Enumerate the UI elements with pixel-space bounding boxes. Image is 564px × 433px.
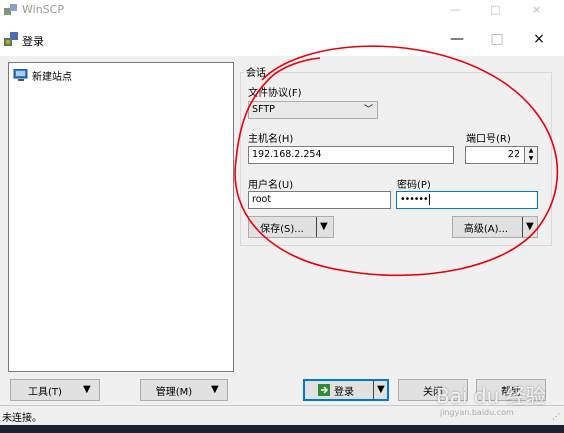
site-tree[interactable]: 新建站点 — [8, 62, 234, 372]
winscp-logo-icon — [4, 3, 18, 15]
password-label: 密码(P) — [397, 180, 431, 191]
manage-button[interactable]: 管理(M) ▼ — [140, 379, 228, 401]
tools-button[interactable]: 工具(T) ▼ — [10, 379, 100, 401]
text-caret — [428, 194, 430, 205]
password-input[interactable]: •••••• — [396, 191, 538, 209]
spin-down-icon[interactable]: ▼ — [525, 155, 537, 163]
winscp-logo-icon — [4, 32, 18, 46]
login-button[interactable]: 登录 ▼ — [303, 379, 389, 401]
dropdown-arrow-icon[interactable]: ▼ — [211, 384, 219, 395]
background-minimize-icon[interactable]: — — [450, 3, 461, 16]
close-window-button[interactable]: × — [528, 30, 550, 48]
background-window-title: WinSCP — [22, 3, 64, 16]
background-window-titlebar: WinSCP — □ × — [0, 0, 564, 22]
background-close-icon[interactable]: × — [532, 3, 541, 16]
background-maximize-icon[interactable]: □ — [490, 3, 500, 16]
password-value: •••••• — [400, 194, 429, 205]
maximize-button[interactable]: □ — [486, 30, 508, 48]
tools-button-label: 工具(T) — [28, 386, 62, 398]
save-button[interactable]: 保存(S)... ▼ — [248, 216, 334, 238]
resize-grip-icon[interactable]: ⋰ — [552, 412, 560, 421]
protocol-label: 文件协议(F) — [248, 88, 302, 99]
port-value: 22 — [507, 149, 520, 160]
status-text: 未连接。 — [2, 413, 42, 424]
dropdown-arrow-icon[interactable]: ▼ — [377, 384, 385, 395]
split-divider — [316, 217, 317, 237]
watermark-url: jingyan.baidu.com — [440, 408, 514, 417]
split-divider — [522, 217, 523, 237]
dialog-titlebar: 登录 — □ × — [0, 22, 564, 56]
username-input[interactable]: root — [248, 191, 391, 209]
login-arrow-icon — [318, 384, 330, 396]
spin-up-icon[interactable]: ▲ — [525, 147, 537, 155]
host-label: 主机名(H) — [248, 134, 294, 145]
protocol-value: SFTP — [252, 104, 275, 115]
port-label: 端口号(R) — [466, 134, 511, 145]
save-button-label: 保存(S)... — [260, 223, 304, 235]
username-label: 用户名(U) — [248, 180, 294, 191]
port-input[interactable]: 22 — [465, 146, 525, 164]
split-divider — [373, 380, 374, 400]
minimize-button[interactable]: — — [446, 30, 468, 48]
dropdown-arrow-icon[interactable]: ▼ — [83, 384, 91, 395]
site-item-label: 新建站点 — [32, 72, 72, 83]
advanced-button[interactable]: 高级(A)... ▼ — [452, 216, 538, 238]
computer-icon — [13, 68, 29, 82]
dropdown-arrow-icon[interactable]: ▼ — [526, 221, 534, 232]
login-button-label: 登录 — [334, 386, 354, 398]
advanced-button-label: 高级(A)... — [463, 223, 509, 235]
dropdown-arrow-icon[interactable]: ▼ — [320, 221, 328, 232]
watermark-logo: Bai du 经验 — [436, 384, 546, 408]
taskbar — [0, 425, 564, 433]
username-value: root — [252, 194, 272, 205]
session-group-label: 会话 — [244, 64, 268, 79]
dialog-title: 登录 — [22, 35, 44, 48]
manage-button-label: 管理(M) — [155, 386, 193, 398]
chevron-down-icon: ﹀ — [363, 105, 373, 115]
host-input[interactable]: 192.168.2.254 — [248, 146, 454, 164]
host-value: 192.168.2.254 — [252, 149, 322, 160]
protocol-select[interactable]: SFTP ﹀ — [248, 101, 378, 119]
port-spinner[interactable]: ▲ ▼ — [525, 146, 538, 164]
